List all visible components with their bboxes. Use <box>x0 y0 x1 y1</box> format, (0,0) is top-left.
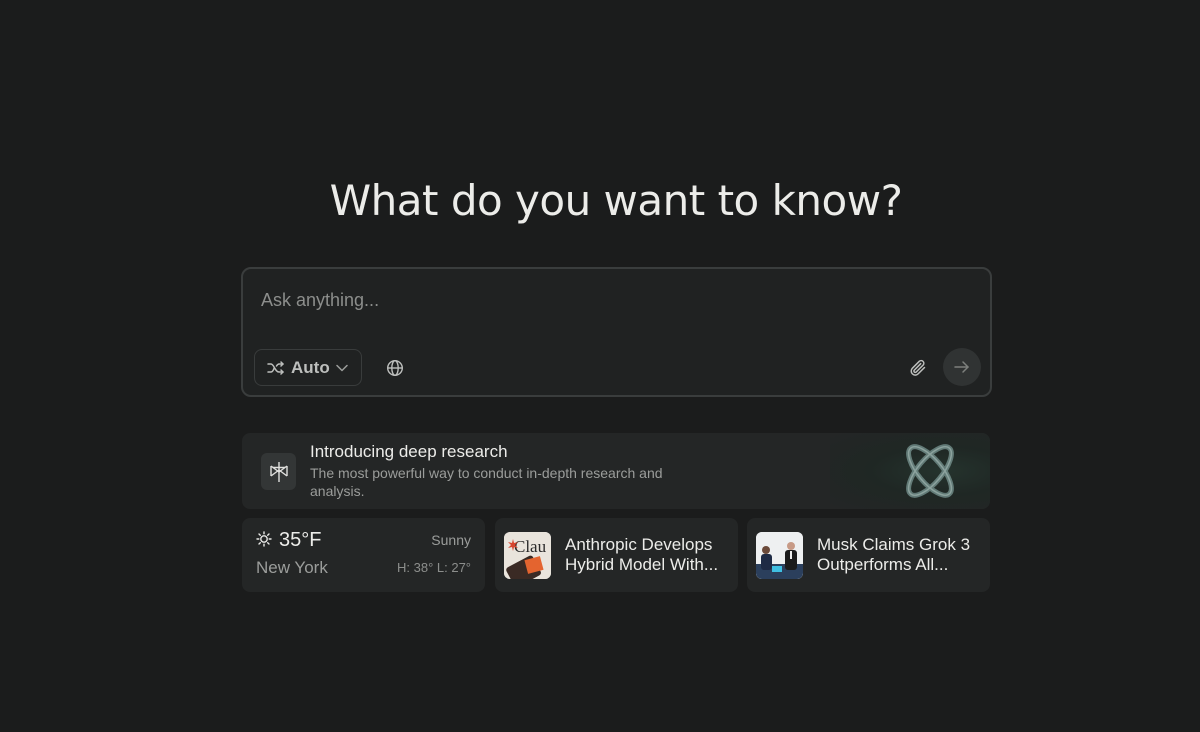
news-thumbnail <box>756 532 803 579</box>
promo-atom-image <box>830 433 990 509</box>
shuffle-icon <box>267 360 285 375</box>
send-button[interactable] <box>943 348 981 386</box>
globe-icon[interactable] <box>383 356 407 380</box>
paperclip-icon[interactable] <box>906 356 930 380</box>
news-card[interactable]: Clau Anthropic Develops Hybrid Model Wit… <box>495 518 738 592</box>
weather-city: New York <box>256 558 328 577</box>
svg-text:Clau: Clau <box>514 537 547 556</box>
search-mode-label: Auto <box>291 357 330 377</box>
search-box[interactable]: Auto <box>241 267 992 397</box>
weather-condition: Sunny <box>431 532 471 548</box>
promo-description: The most powerful way to conduct in-dept… <box>310 465 663 499</box>
promo-title: Introducing deep research <box>310 442 508 461</box>
weather-temperature: 35°F <box>279 529 322 551</box>
sun-icon <box>255 530 273 548</box>
search-input[interactable] <box>261 285 961 315</box>
page-headline: What do you want to know? <box>329 176 903 225</box>
chevron-down-icon <box>335 364 348 372</box>
home-page: What do you want to know? Auto <box>0 0 1200 732</box>
arrow-right-icon <box>954 361 969 373</box>
weather-high-low: H: 38° L: 27° <box>397 560 471 575</box>
news-card[interactable]: Musk Claims Grok 3 Outperforms All... <box>747 518 990 592</box>
news-headline: Anthropic Develops Hybrid Model With... <box>565 535 719 574</box>
weather-widget[interactable]: 35°F Sunny New York H: 38° L: 27° <box>242 518 485 592</box>
news-headline: Musk Claims Grok 3 Outperforms All... <box>817 535 971 574</box>
news-thumbnail: Clau <box>504 532 551 579</box>
perplexity-logo-icon <box>261 453 296 490</box>
deep-research-promo[interactable]: Introducing deep research The most power… <box>242 433 990 509</box>
search-mode-selector[interactable]: Auto <box>254 349 362 386</box>
